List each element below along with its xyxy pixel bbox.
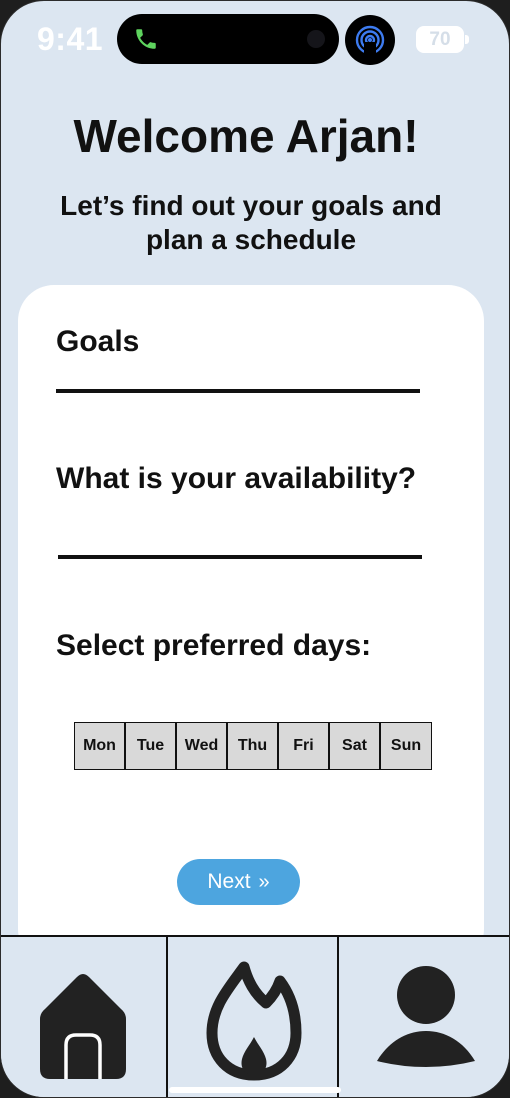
page-subtitle: Let’s find out your goals and plan a sch… [60, 190, 442, 255]
days-label: Select preferred days: [56, 629, 372, 662]
home-icon [40, 974, 126, 1079]
day-sun[interactable]: Sun [381, 723, 431, 769]
dynamic-island [117, 14, 339, 64]
goals-input[interactable] [56, 389, 420, 393]
nav-streak[interactable] [168, 937, 337, 1097]
bottom-nav [1, 935, 509, 1097]
availability-input[interactable] [58, 555, 422, 559]
day-thu[interactable]: Thu [228, 723, 279, 769]
day-tue[interactable]: Tue [126, 723, 177, 769]
next-button-label: Next [207, 870, 251, 893]
day-wed[interactable]: Wed [177, 723, 228, 769]
nav-home[interactable] [1, 937, 166, 1097]
day-fri[interactable]: Fri [279, 723, 330, 769]
battery-icon: 70 [416, 26, 464, 53]
profile-icon [377, 966, 475, 1067]
form-card: Goals What is your availability? Select … [18, 285, 484, 965]
call-icon [136, 29, 156, 49]
day-sat[interactable]: Sat [330, 723, 381, 769]
flame-icon [206, 961, 302, 1081]
page-title: Welcome Arjan! [73, 110, 419, 162]
airdrop-icon [345, 15, 395, 65]
next-button[interactable]: Next » [177, 859, 300, 905]
day-mon[interactable]: Mon [75, 723, 126, 769]
goals-label: Goals [56, 325, 140, 358]
home-indicator[interactable] [169, 1087, 341, 1093]
double-chevron-right-icon: » [258, 871, 270, 893]
battery-tip [465, 35, 469, 44]
day-selector: Mon Tue Wed Thu Fri Sat Sun [74, 722, 432, 770]
camera-dot [307, 30, 325, 48]
status-time: 9:41 [37, 21, 104, 57]
phone-screen: 9:41 70 Welcome Arjan! Let’s find out yo… [0, 0, 510, 1098]
nav-profile[interactable] [339, 937, 509, 1097]
availability-label: What is your availability? [56, 462, 417, 495]
